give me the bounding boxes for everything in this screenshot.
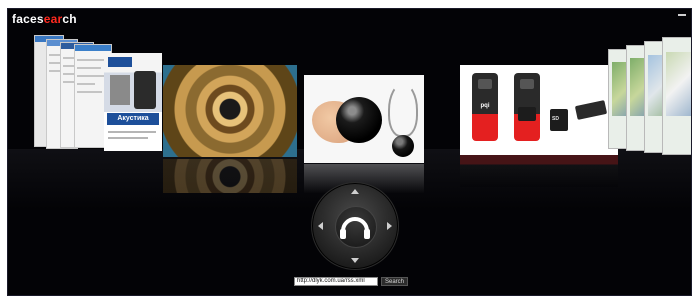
- product-ball-large: [336, 97, 382, 143]
- cover-page-right-4[interactable]: [662, 37, 691, 155]
- logo-text-1: faces: [12, 12, 44, 26]
- micro-sd-card: [574, 100, 608, 120]
- app-logo: facesearch: [12, 12, 77, 26]
- coverflow-viewer: facesearch Акустика pqi SD http://dlyk.c…: [7, 8, 692, 296]
- logo-text-2: ear: [43, 12, 63, 26]
- cover-card-readers-reflection: [460, 155, 618, 187]
- navigation-controller[interactable]: [311, 182, 399, 270]
- logo-text-3: ch: [62, 12, 77, 26]
- sd-card: SD: [550, 109, 568, 131]
- card-reader-1: pqi: [472, 73, 498, 141]
- magazine-title: Акустика: [107, 113, 159, 125]
- window-minimize-icon[interactable]: [678, 14, 686, 16]
- cover-mechanism-reflection: [163, 159, 297, 193]
- reader-brand-label: pqi: [480, 103, 490, 109]
- product-ball-small: [392, 135, 414, 157]
- cover-selected-product[interactable]: [304, 75, 424, 163]
- url-input[interactable]: [294, 277, 378, 286]
- cover-card-readers[interactable]: pqi SD: [460, 65, 618, 155]
- search-button[interactable]: Search: [381, 277, 408, 286]
- cover-magazine[interactable]: Акустика: [104, 53, 162, 151]
- card-reader-2: [514, 73, 540, 141]
- cover-mechanism-image[interactable]: [163, 65, 297, 157]
- headphones-icon: [340, 217, 370, 239]
